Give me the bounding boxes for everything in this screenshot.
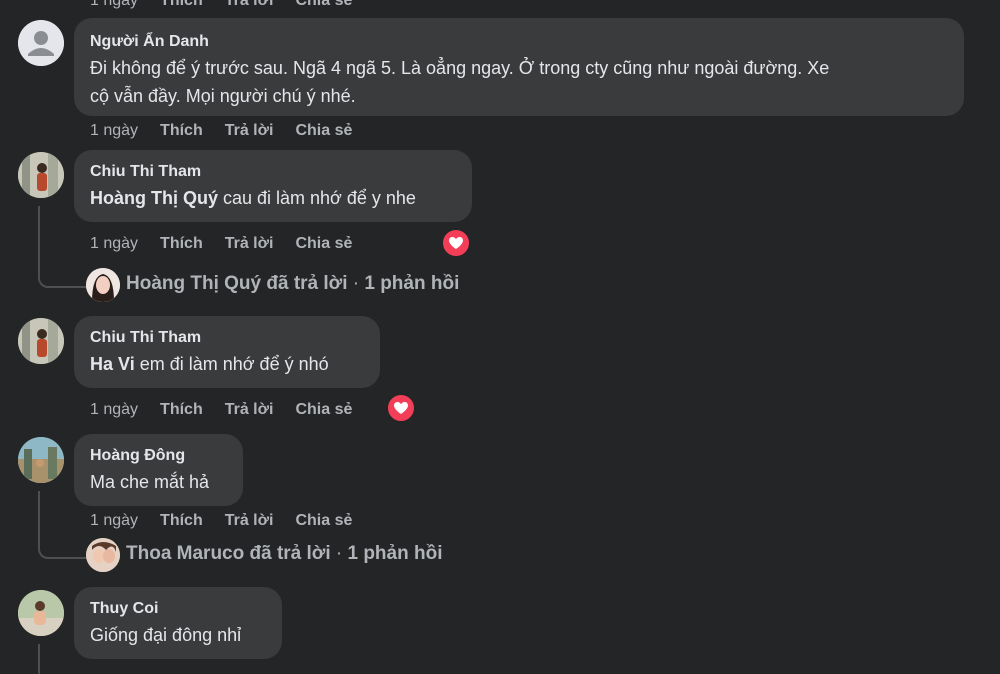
comment-author[interactable]: Chiu Thi Tham xyxy=(90,162,456,182)
share-button[interactable]: Chia sẻ xyxy=(295,235,352,253)
comment-time[interactable]: 1 ngày xyxy=(90,235,138,253)
heart-reaction-icon[interactable] xyxy=(441,228,471,258)
mention-link[interactable]: Hoàng Thị Quý xyxy=(90,188,218,208)
comment-text-line: cộ vẫn đầy. Mọi người chú ý nhé. xyxy=(90,86,356,106)
comment-author[interactable]: Thuy Coi xyxy=(90,599,266,619)
share-button[interactable]: Chia sẻ xyxy=(295,401,352,419)
reply-thread-line xyxy=(38,644,40,674)
share-button[interactable]: Chia sẻ xyxy=(295,122,352,140)
comment-actions: 1 ngày Thích Trả lời Chia sẻ xyxy=(90,235,352,253)
heart-icon xyxy=(394,402,408,414)
like-button[interactable]: Thích xyxy=(160,235,203,253)
reply-button[interactable]: Trả lời xyxy=(225,512,274,530)
avatar-hoang-dong[interactable] xyxy=(18,437,64,483)
separator: · xyxy=(347,273,365,294)
comment-bubble: Chiu Thi Tham Hoàng Thị Quý cau đi làm n… xyxy=(74,150,472,222)
user-photo-icon xyxy=(18,318,64,364)
comment-actions: 1 ngày Thích Trả lời Chia sẻ xyxy=(90,401,352,419)
comment-text: Ma che mắt hả xyxy=(90,472,210,492)
avatar-chiu-thi-tham[interactable] xyxy=(18,318,64,364)
avatar-hoang-thi-quy[interactable] xyxy=(86,268,120,302)
avatar-anonymous[interactable] xyxy=(18,20,64,66)
reply-thread-line xyxy=(38,206,86,288)
mention-link[interactable]: Ha Vi xyxy=(90,354,135,374)
replies-text: Hoàng Thị Quý đã trả lời xyxy=(126,273,348,294)
avatar-thuy-coi[interactable] xyxy=(18,590,64,636)
comment-text-body: cau đi làm nhớ để y nhe xyxy=(218,188,416,208)
user-photo-icon xyxy=(18,437,64,483)
reply-button[interactable]: Trả lời xyxy=(225,122,274,140)
view-replies-link[interactable]: Thoa Maruco đã trả lời · 1 phản hồi xyxy=(126,543,442,565)
view-replies-link[interactable]: Hoàng Thị Quý đã trả lời · 1 phản hồi xyxy=(126,273,459,295)
comment-author[interactable]: Chiu Thi Tham xyxy=(90,328,364,348)
separator: · xyxy=(330,543,348,564)
replies-count: 1 phản hồi xyxy=(364,273,460,294)
comment-text: Hoàng Thị Quý cau đi làm nhớ để y nhe xyxy=(90,184,456,212)
share-button[interactable]: Chia sẻ xyxy=(295,0,352,10)
comment-time[interactable]: 1 ngày xyxy=(90,401,138,419)
comment-text-body: em đi làm nhớ để ý nhó xyxy=(134,354,329,374)
reply-button[interactable]: Trả lời xyxy=(225,235,274,253)
anonymous-user-icon xyxy=(18,20,64,66)
comment-time[interactable]: 1 ngày xyxy=(90,512,138,530)
like-button[interactable]: Thích xyxy=(160,122,203,140)
comment-text: Giống đại đông nhỉ xyxy=(90,625,242,645)
avatar-chiu-thi-tham[interactable] xyxy=(18,152,64,198)
comment-author[interactable]: Người Ẩn Danh xyxy=(90,32,948,52)
comment-bubble: Người Ẩn Danh Đi không để ý trước sau. N… xyxy=(74,18,964,116)
like-button[interactable]: Thích xyxy=(160,401,203,419)
user-photo-icon xyxy=(86,268,120,302)
comment-text: Ha Vi em đi làm nhớ để ý nhó xyxy=(90,350,364,378)
avatar-thoa-maruco[interactable] xyxy=(86,538,120,572)
comment-bubble: Thuy Coi Giống đại đông nhỉ xyxy=(74,587,282,659)
comment-bubble: Chiu Thi Tham Ha Vi em đi làm nhớ để ý n… xyxy=(74,316,380,388)
reply-button[interactable]: Trả lời xyxy=(225,0,274,10)
comment-actions: 1 ngày Thích Trả lời Chia sẻ xyxy=(90,122,352,140)
comment-author[interactable]: Hoàng Đông xyxy=(90,446,227,466)
like-button[interactable]: Thích xyxy=(160,0,203,10)
like-button[interactable]: Thích xyxy=(160,512,203,530)
replies-count: 1 phản hồi xyxy=(347,543,443,564)
heart-reaction-icon[interactable] xyxy=(386,393,416,423)
heart-icon xyxy=(449,237,463,249)
comment-text-line: Đi không để ý trước sau. Ngã 4 ngã 5. Là… xyxy=(90,58,830,78)
share-button[interactable]: Chia sẻ xyxy=(295,512,352,530)
user-photo-icon xyxy=(18,152,64,198)
user-photo-icon xyxy=(18,590,64,636)
comment-time[interactable]: 1 ngày xyxy=(90,0,138,10)
action-row-top: 1 ngày Thích Trả lời Chia sẻ xyxy=(90,0,352,10)
comment-bubble: Hoàng Đông Ma che mắt hả xyxy=(74,434,243,506)
replies-text: Thoa Maruco đã trả lời xyxy=(126,543,331,564)
reply-button[interactable]: Trả lời xyxy=(225,401,274,419)
comment-actions: 1 ngày Thích Trả lời Chia sẻ xyxy=(90,512,352,530)
user-photo-icon xyxy=(86,538,120,572)
comment-time[interactable]: 1 ngày xyxy=(90,122,138,140)
